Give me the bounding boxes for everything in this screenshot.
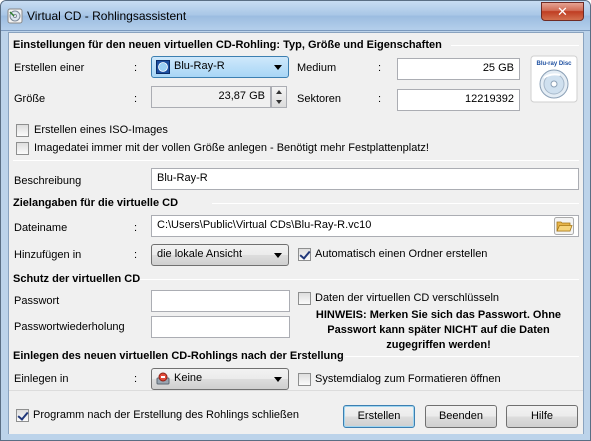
virtual-cd-app-icon — [7, 8, 23, 24]
divider — [140, 279, 579, 280]
auto-folder-checkbox[interactable] — [298, 248, 311, 261]
target-heading: Zielangaben für die virtuelle CD — [13, 197, 179, 209]
create-label: Erstellen einer — [14, 62, 85, 74]
system-dialog-checkbox[interactable] — [298, 373, 311, 386]
size-label: Größe — [14, 93, 46, 105]
colon: : — [134, 373, 138, 385]
colon: : — [134, 62, 138, 74]
size-field[interactable]: 23,87 GB — [151, 86, 271, 108]
spin-up-icon[interactable] — [276, 90, 282, 94]
divider — [212, 203, 579, 204]
colon: : — [134, 249, 138, 261]
divider — [13, 160, 579, 161]
warning-line: Passwort kann später NICHT auf die Daten — [327, 324, 550, 336]
medium-label: Medium — [297, 62, 337, 74]
filename-input[interactable]: C:\Users\Public\Virtual CDs\Blu-Ray-R.vc… — [151, 215, 579, 237]
chevron-down-icon — [274, 253, 282, 258]
iso-image-checkbox[interactable] — [16, 124, 29, 137]
spin-down-icon[interactable] — [276, 100, 282, 104]
system-dialog-label: Systemdialog zum Formatieren öffnen — [315, 373, 501, 385]
filename-value: C:\Users\Public\Virtual CDs\Blu-Ray-R.vc… — [157, 219, 372, 231]
dialog-window: Virtual CD - Rohlingsassistent ✕ Einstel… — [0, 0, 591, 441]
disc-logo-text: Blu-ray Disc — [536, 61, 572, 67]
drive-icon — [156, 372, 170, 385]
dialog-content: Einstellungen für den neuen virtuellen C… — [8, 32, 584, 434]
insert-heading: Einlegen des neuen virtuellen CD-Rohling… — [13, 350, 344, 362]
warning-line: HINWEIS: Merken Sie sich das Passwort. O… — [315, 309, 562, 321]
password-warning: HINWEIS: Merken Sie sich das Passwort. O… — [298, 308, 579, 353]
password-repeat-label: Passwortwiederholung — [14, 321, 125, 333]
fullsize-label: Imagedatei immer mit der vollen Größe an… — [34, 142, 429, 154]
password-repeat-input[interactable] — [151, 316, 290, 338]
sectors-field[interactable]: 12219392 — [397, 89, 520, 111]
create-type-value: Blu-Ray-R — [174, 60, 225, 72]
size-spinner[interactable] — [271, 86, 287, 108]
protection-heading: Schutz der virtuellen CD — [13, 273, 141, 285]
chevron-down-icon — [274, 65, 282, 70]
fullsize-checkbox[interactable] — [16, 142, 29, 155]
help-button[interactable]: Hilfe — [506, 405, 578, 428]
divider — [451, 45, 579, 46]
add-to-value: die lokale Ansicht — [157, 248, 242, 260]
insert-label: Einlegen in — [14, 373, 69, 385]
close-after-create-checkbox[interactable] — [16, 409, 29, 422]
settings-heading: Einstellungen für den neuen virtuellen C… — [13, 39, 442, 51]
blu-ray-disc-icon: Blu-ray Disc — [530, 55, 578, 103]
add-to-label: Hinzufügen in — [14, 249, 82, 261]
sectors-label: Sektoren — [297, 93, 342, 105]
window-title: Virtual CD - Rohlingsassistent — [27, 9, 187, 23]
bluray-small-icon — [156, 60, 170, 74]
password-label: Passwort — [14, 295, 60, 307]
exit-button[interactable]: Beenden — [425, 405, 497, 428]
create-button[interactable]: Erstellen — [343, 405, 415, 428]
colon: : — [378, 62, 382, 74]
colon: : — [378, 93, 382, 105]
add-to-select[interactable]: die lokale Ansicht — [151, 244, 289, 266]
encrypt-checkbox[interactable] — [298, 292, 311, 305]
description-input[interactable]: Blu-Ray-R — [151, 168, 579, 190]
iso-image-label: Erstellen eines ISO-Images — [34, 124, 168, 136]
chevron-down-icon — [274, 377, 282, 382]
password-input[interactable] — [151, 290, 290, 312]
button-bar: Programm nach der Erstellung des Rohling… — [9, 390, 583, 434]
close-after-create-label: Programm nach der Erstellung des Rohling… — [33, 409, 299, 421]
folder-open-icon[interactable] — [554, 217, 574, 235]
insert-drive-select[interactable]: Keine — [151, 368, 289, 390]
title-bar[interactable]: Virtual CD - Rohlingsassistent ✕ — [1, 1, 590, 31]
colon: : — [134, 222, 138, 234]
description-label: Beschreibung — [14, 175, 82, 187]
encrypt-label: Daten der virtuellen CD verschlüsseln — [315, 292, 500, 304]
auto-folder-label: Automatisch einen Ordner erstellen — [315, 248, 488, 260]
colon: : — [134, 93, 138, 105]
medium-field[interactable]: 25 GB — [397, 58, 520, 80]
filename-label: Dateiname — [14, 222, 68, 234]
create-type-select[interactable]: Blu-Ray-R — [151, 56, 289, 78]
insert-drive-value: Keine — [174, 372, 203, 384]
close-icon[interactable]: ✕ — [541, 2, 584, 21]
divider — [345, 356, 579, 357]
